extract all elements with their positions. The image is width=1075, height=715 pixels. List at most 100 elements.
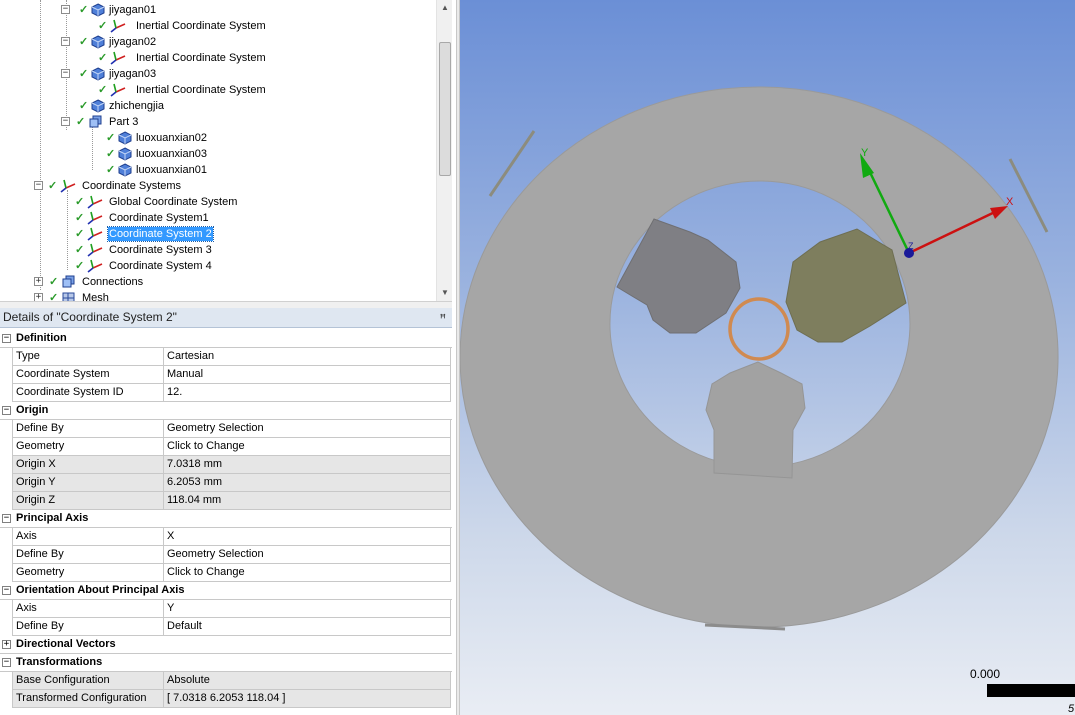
group-expander-icon[interactable]: −: [2, 406, 11, 415]
panel-splitter[interactable]: [0, 301, 452, 308]
group-expander-icon[interactable]: −: [2, 334, 11, 343]
scroll-thumb[interactable]: [439, 42, 451, 176]
property-value[interactable]: Click to Change: [163, 564, 451, 582]
coordinate-system-icon: [87, 211, 103, 225]
outline-tree[interactable]: − ✓ jiyagan01 ✓ Inertial Coordinate System − ✓…: [0, 0, 452, 301]
tree-item[interactable]: − ✓ jiyagan02: [0, 34, 434, 50]
tree-item-label[interactable]: Inertial Coordinate System: [135, 51, 267, 65]
tree-expander-icon[interactable]: −: [61, 37, 70, 46]
tree-item-label[interactable]: Connections: [81, 275, 144, 289]
details-property-row[interactable]: Define By Geometry Selection: [0, 420, 452, 438]
tree-item-label[interactable]: Coordinate System 4: [108, 259, 213, 273]
tree-expander-icon[interactable]: −: [61, 69, 70, 78]
tree-item-label[interactable]: Coordinate Systems: [81, 179, 182, 193]
details-group[interactable]: − Transformations: [0, 654, 452, 672]
tree-item-label[interactable]: Inertial Coordinate System: [135, 19, 267, 33]
tree-item-label[interactable]: Mesh: [81, 291, 110, 301]
property-value[interactable]: Manual: [163, 366, 451, 384]
tree-item[interactable]: ✓ zhichengjia: [0, 98, 434, 114]
tree-item-label[interactable]: luoxuanxian03: [135, 147, 208, 161]
details-property-row[interactable]: Define By Default: [0, 618, 452, 636]
details-property-row[interactable]: Transformed Configuration[ 7.0318 6.2053…: [0, 690, 452, 708]
tree-scrollbar[interactable]: ▲ ▼: [436, 0, 452, 301]
tree-item-label[interactable]: jiyagan03: [108, 67, 157, 81]
tree-item[interactable]: ✓ Inertial Coordinate System: [0, 82, 434, 98]
tree-item-label[interactable]: jiyagan01: [108, 3, 157, 17]
details-property-row[interactable]: Coordinate System Manual: [0, 366, 452, 384]
tree-expander-icon[interactable]: −: [34, 181, 43, 190]
tree-item[interactable]: ✓ Coordinate System 3: [0, 242, 434, 258]
details-property-row[interactable]: Axis X: [0, 528, 452, 546]
property-value[interactable]: Geometry Selection: [163, 420, 451, 438]
tree-item[interactable]: − ✓ Coordinate Systems: [0, 178, 434, 194]
tree-item-label[interactable]: Coordinate System1: [108, 211, 210, 225]
tree-item-label[interactable]: jiyagan02: [108, 35, 157, 49]
model-view[interactable]: Y X Z: [460, 0, 1075, 715]
details-property-row[interactable]: Origin Z 118.04 mm: [0, 492, 452, 510]
group-expander-icon[interactable]: −: [2, 514, 11, 523]
tree-item[interactable]: ✓ Coordinate System 2: [0, 226, 434, 242]
property-value[interactable]: 6.2053 mm: [163, 474, 451, 492]
group-expander-icon[interactable]: −: [2, 586, 11, 595]
details-property-row[interactable]: Base Configuration Absolute: [0, 672, 452, 690]
tree-item[interactable]: ✓ Global Coordinate System: [0, 194, 434, 210]
details-group[interactable]: − Orientation About Principal Axis: [0, 582, 452, 600]
details-property-row[interactable]: Define By Geometry Selection: [0, 546, 452, 564]
details-property-row[interactable]: Geometry Click to Change: [0, 438, 452, 456]
tree-item[interactable]: ✓ Coordinate System1: [0, 210, 434, 226]
graphics-viewport[interactable]: Y X Z 0.000 5: [460, 0, 1075, 715]
property-value[interactable]: 118.04 mm: [163, 492, 451, 510]
tree-item[interactable]: − ✓ Part 3: [0, 114, 434, 130]
property-value[interactable]: 12.: [163, 384, 451, 402]
tree-item[interactable]: ✓ luoxuanxian01: [0, 162, 434, 178]
tree-item-label[interactable]: zhichengjia: [108, 99, 165, 113]
tree-item-label[interactable]: Part 3: [108, 115, 139, 129]
tree-item[interactable]: + ✓ Connections: [0, 274, 434, 290]
group-expander-icon[interactable]: +: [2, 640, 11, 649]
property-value[interactable]: [ 7.0318 6.2053 118.04 ]: [163, 690, 451, 708]
tree-item[interactable]: ✓ Coordinate System 4: [0, 258, 434, 274]
tree-item[interactable]: ✓ luoxuanxian02: [0, 130, 434, 146]
bottom-block: [705, 361, 806, 479]
details-property-row[interactable]: Geometry Click to Change: [0, 564, 452, 582]
details-property-row[interactable]: Origin Y 6.2053 mm: [0, 474, 452, 492]
property-value[interactable]: Geometry Selection: [163, 546, 451, 564]
tree-item[interactable]: ✓ Inertial Coordinate System: [0, 50, 434, 66]
tree-expander-icon[interactable]: +: [34, 293, 43, 301]
details-property-row[interactable]: Type Cartesian: [0, 348, 452, 366]
tree-item[interactable]: − ✓ jiyagan03: [0, 66, 434, 82]
property-value[interactable]: Click to Change: [163, 438, 451, 456]
tree-item-label[interactable]: Inertial Coordinate System: [135, 83, 267, 97]
details-property-row[interactable]: Coordinate System ID 12.: [0, 384, 452, 402]
property-value[interactable]: Y: [163, 600, 451, 618]
property-value[interactable]: X: [163, 528, 451, 546]
outer-disc: [460, 86, 1059, 628]
details-group[interactable]: − Origin: [0, 402, 452, 420]
group-expander-icon[interactable]: −: [2, 658, 11, 667]
tree-item[interactable]: + ✓ Mesh: [0, 290, 434, 301]
tree-item[interactable]: ✓ Inertial Coordinate System: [0, 18, 434, 34]
tree-item-label[interactable]: Coordinate System 3: [108, 243, 213, 257]
tree-item-label-selected[interactable]: Coordinate System 2: [107, 226, 214, 242]
property-value[interactable]: Default: [163, 618, 451, 636]
property-name: Geometry: [12, 564, 163, 582]
property-value[interactable]: Absolute: [163, 672, 451, 690]
tree-item-label[interactable]: luoxuanxian01: [135, 163, 208, 177]
scroll-down-arrow-icon[interactable]: ▼: [437, 285, 453, 301]
pin-icon[interactable]: ꟸ: [440, 310, 446, 329]
tree-item-label[interactable]: Global Coordinate System: [108, 195, 238, 209]
details-group[interactable]: + Directional Vectors: [0, 636, 452, 654]
tree-item[interactable]: − ✓ jiyagan01: [0, 2, 434, 18]
tree-expander-icon[interactable]: +: [34, 277, 43, 286]
details-property-row[interactable]: Origin X 7.0318 mm: [0, 456, 452, 474]
scroll-up-arrow-icon[interactable]: ▲: [437, 0, 453, 16]
tree-item-label[interactable]: luoxuanxian02: [135, 131, 208, 145]
tree-expander-icon[interactable]: −: [61, 117, 70, 126]
details-group[interactable]: − Definition: [0, 330, 452, 348]
details-group[interactable]: − Principal Axis: [0, 510, 452, 528]
details-property-row[interactable]: Axis Y: [0, 600, 452, 618]
property-value[interactable]: Cartesian: [163, 348, 451, 366]
property-value[interactable]: 7.0318 mm: [163, 456, 451, 474]
tree-item[interactable]: ✓ luoxuanxian03: [0, 146, 434, 162]
tree-expander-icon[interactable]: −: [61, 5, 70, 14]
